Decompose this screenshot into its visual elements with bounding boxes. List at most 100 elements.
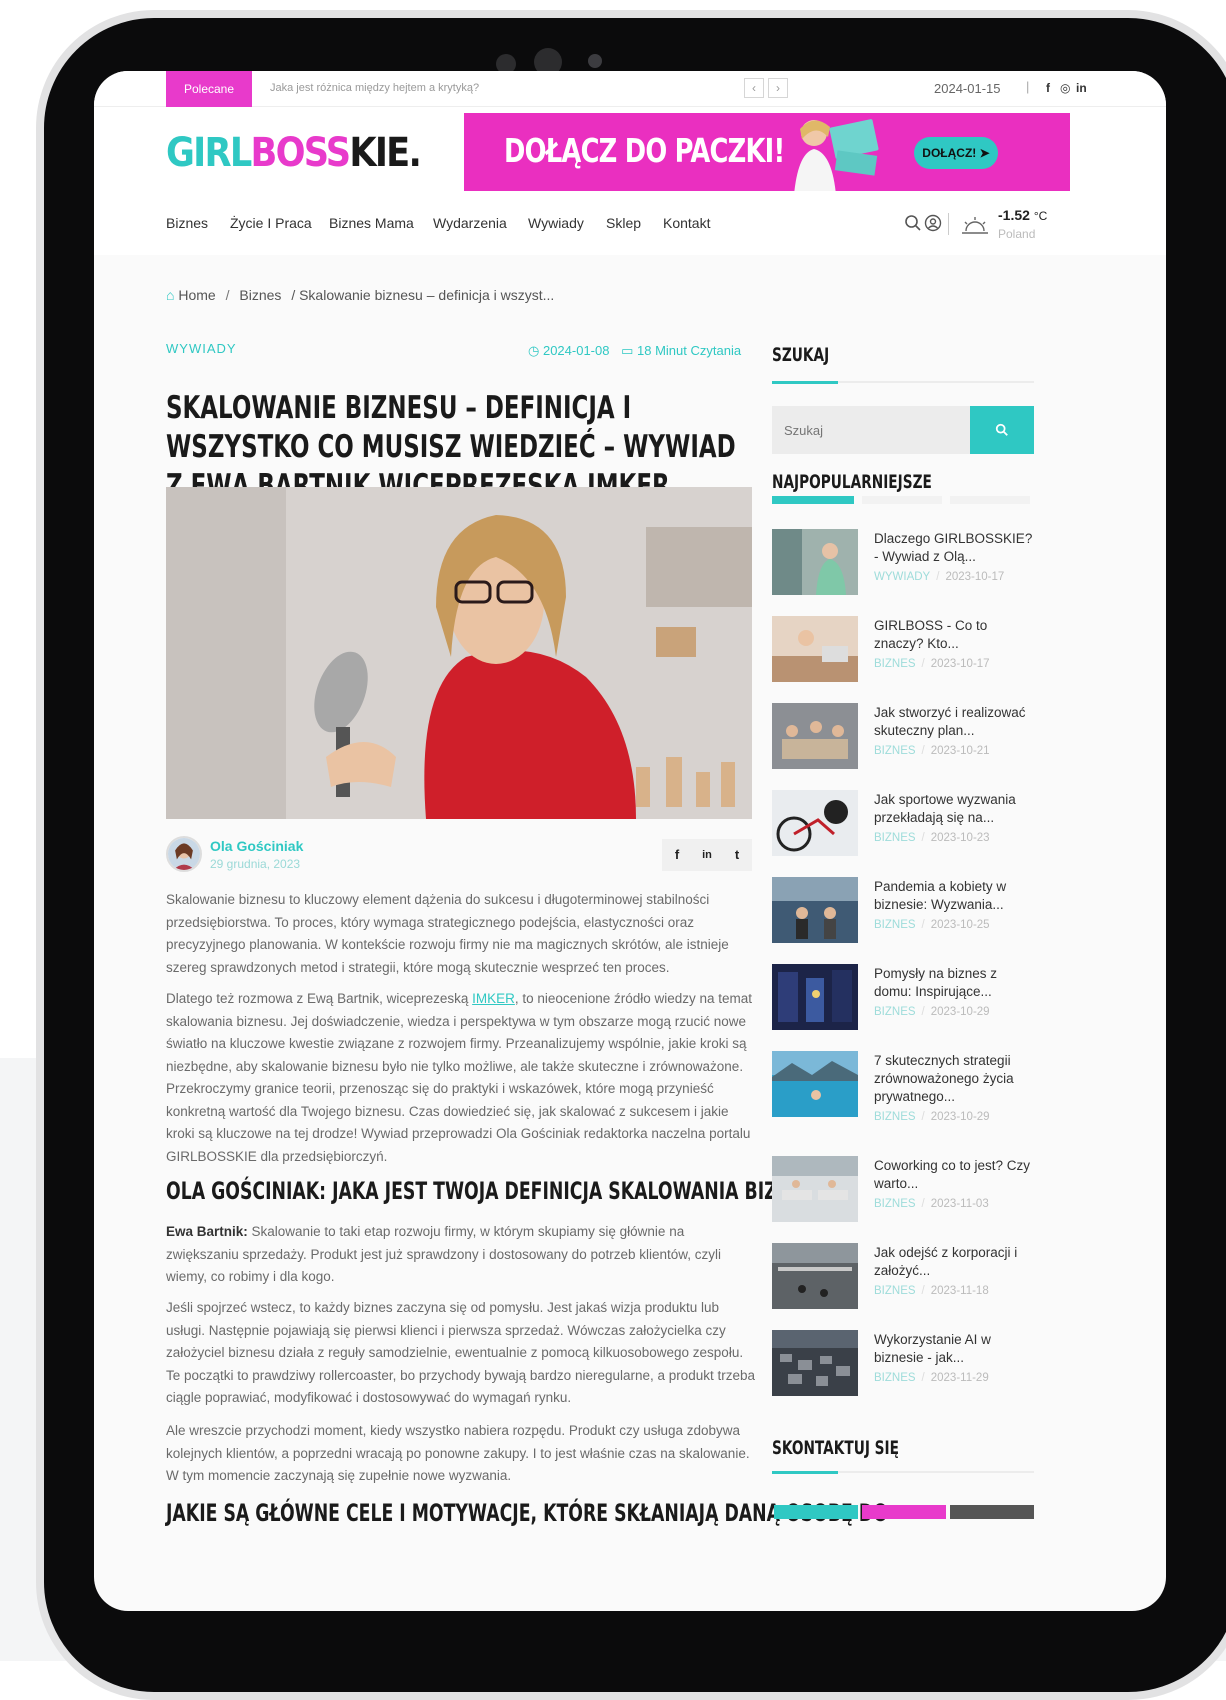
- popular-thumbnail: [772, 1243, 858, 1309]
- browser-screen: Polecane Jaka jest różnica między hejtem…: [94, 71, 1166, 1611]
- share-facebook-button[interactable]: f: [662, 839, 692, 871]
- promo-banner[interactable]: DOŁĄCZ DO PACZKI! DOŁĄCZ! ➤: [464, 113, 1070, 191]
- ticker-headline[interactable]: Jaka jest różnica między hejtem a krytyk…: [270, 82, 479, 94]
- paragraph-3-text: Skalowanie to taki etap rozwoju firmy, w…: [166, 1224, 722, 1284]
- logo-part-boss: BOSS: [250, 130, 351, 176]
- popular-item-meta: BIZNES/2023-10-17: [874, 658, 990, 670]
- article-paragraph-4: Jeśli spojrzeć wstecz, to każdy biznes z…: [166, 1300, 756, 1405]
- sensor-dot: [588, 54, 602, 68]
- share-twitter-button[interactable]: t: [722, 839, 752, 871]
- clock-icon: ◷: [528, 343, 540, 358]
- popular-item[interactable]: Coworking co to jest? Czy warto... BIZNE…: [772, 1156, 1034, 1226]
- popular-tab-3[interactable]: [950, 496, 1030, 504]
- book-icon: ▭: [621, 343, 634, 358]
- popular-item[interactable]: 7 skutecznych strategii zrównoważonego ż…: [772, 1051, 1034, 1147]
- weather-temp-value: -1.52: [998, 207, 1030, 223]
- share-buttons: f in t: [662, 839, 752, 871]
- nav-item-wywiady[interactable]: Wywiady: [528, 215, 584, 231]
- search-button[interactable]: [970, 406, 1034, 454]
- social-count-other[interactable]: [950, 1505, 1034, 1519]
- popular-item-title: Coworking co to jest? Czy warto...: [874, 1158, 1031, 1191]
- social-count-instagram[interactable]: [862, 1505, 946, 1519]
- paragraph-2-rest: , to nieocenione źródło wiedzy na temat …: [166, 991, 753, 1164]
- popular-tab-1[interactable]: [772, 496, 854, 504]
- article-paragraph-3: Ewa Bartnik: Skalowanie to taki etap roz…: [166, 1221, 756, 1289]
- home-icon: ⌂: [166, 287, 175, 303]
- site-logo[interactable]: GIRLBOSSKIE.: [166, 130, 422, 176]
- popular-widget-title: NAJPOPULARNIEJSZE: [772, 471, 932, 493]
- popular-item-meta: BIZNES/2023-10-21: [874, 745, 990, 757]
- popular-item[interactable]: Jak odejść z korporacji i założyć... BIZ…: [772, 1243, 1034, 1313]
- article-read-time: 18 Minut Czytania: [637, 343, 742, 358]
- linkedin-icon[interactable]: in: [1076, 81, 1087, 95]
- ticker-prev-button[interactable]: ‹: [744, 78, 764, 98]
- nav-item-biznes-mama[interactable]: Biznes Mama: [329, 215, 414, 231]
- logo-part-girl: GIRL: [166, 130, 252, 176]
- popular-thumbnail: [772, 1051, 858, 1117]
- popular-item[interactable]: Dlaczego GIRLBOSSKIE? - Wywiad z Olą... …: [772, 529, 1034, 599]
- search-widget-divider: [772, 381, 1034, 384]
- search-icon[interactable]: [904, 214, 922, 232]
- imker-link[interactable]: IMKER: [472, 991, 515, 1006]
- popular-thumbnail: [772, 964, 858, 1030]
- nav-item-wydarzenia[interactable]: Wydarzenia: [433, 215, 507, 231]
- nav-divider: [948, 213, 949, 235]
- article-date: 2024-01-08: [542, 343, 610, 358]
- nav-item-sklep[interactable]: Sklep: [606, 215, 641, 231]
- popular-item[interactable]: Jak sportowe wyzwania przekładają się na…: [772, 790, 1034, 860]
- social-count-facebook[interactable]: [774, 1505, 858, 1519]
- article-heading-1: OLA GOŚCINIAK: JAKA JEST TWOJA DEFINICJA…: [166, 1177, 840, 1205]
- popular-item-meta: BIZNES/2023-11-18: [874, 1285, 989, 1297]
- facebook-icon[interactable]: f: [1046, 81, 1050, 95]
- breadcrumb-category[interactable]: Biznes: [239, 287, 281, 303]
- popular-thumbnail: [772, 529, 858, 595]
- popular-tab-2[interactable]: [862, 496, 942, 504]
- nav-item-kontakt[interactable]: Kontakt: [663, 215, 710, 231]
- author-name[interactable]: Ola Gościniak: [210, 838, 303, 854]
- popular-item-title: Pandemia a kobiety w biznesie: Wyzwania.…: [874, 879, 1007, 912]
- search-input[interactable]: [772, 406, 970, 454]
- popular-item-title: Dlaczego GIRLBOSSKIE? - Wywiad z Olą...: [874, 531, 1033, 564]
- popular-item[interactable]: Wykorzystanie AI w biznesie - jak... BIZ…: [772, 1330, 1034, 1400]
- breadcrumb: ⌂ Home / Biznes / Skalowanie biznesu – d…: [166, 287, 554, 303]
- banner-cta-button[interactable]: DOŁĄCZ! ➤: [914, 137, 998, 169]
- article-category[interactable]: WYWIADY: [166, 341, 237, 356]
- instagram-icon[interactable]: ◎: [1060, 81, 1070, 95]
- author-date: 29 grudnia, 2023: [210, 857, 301, 871]
- popular-item-title: Jak stworzyć i realizować skuteczny plan…: [874, 705, 1026, 738]
- popular-item[interactable]: Pomysły na biznes z domu: Inspirujące...…: [772, 964, 1034, 1034]
- popular-item-title: Pomysły na biznes z domu: Inspirujące...: [874, 966, 998, 999]
- popular-item-title: GIRLBOSS - Co to znaczy? Kto...: [874, 618, 988, 651]
- popular-item[interactable]: GIRLBOSS - Co to znaczy? Kto... BIZNES/2…: [772, 616, 1034, 686]
- popular-thumbnail: [772, 703, 858, 769]
- weather-temp-unit: °C: [1033, 209, 1048, 223]
- popular-item[interactable]: Pandemia a kobiety w biznesie: Wyzwania.…: [772, 877, 1034, 947]
- weather-sun-icon: [962, 217, 988, 234]
- top-date: 2024-01-15: [934, 81, 1001, 96]
- share-linkedin-button[interactable]: in: [692, 839, 722, 871]
- featured-label[interactable]: Polecane: [166, 71, 252, 107]
- nav-item-zycie-i-praca[interactable]: Życie I Praca: [230, 215, 312, 231]
- top-bar: Polecane Jaka jest różnica między hejtem…: [94, 71, 1166, 107]
- popular-item-meta: BIZNES/2023-10-29: [874, 1111, 990, 1123]
- breadcrumb-home[interactable]: Home: [178, 287, 215, 303]
- popular-item-meta: BIZNES/2023-10-23: [874, 832, 990, 844]
- popular-item[interactable]: Jak stworzyć i realizować skuteczny plan…: [772, 703, 1034, 773]
- author-avatar[interactable]: [166, 836, 202, 872]
- article-meta: ◷ 2024-01-08 ▭ 18 Minut Czytania: [528, 343, 741, 359]
- breadcrumb-current: / Skalowanie biznesu – definicja i wszys…: [291, 287, 555, 303]
- article-paragraph-1: Skalowanie biznesu to kluczowy element d…: [166, 892, 729, 975]
- user-icon[interactable]: [924, 214, 942, 232]
- article-paragraph-5: Ale wreszcie przychodzi moment, kiedy ws…: [166, 1423, 750, 1483]
- popular-item-meta: BIZNES/2023-10-29: [874, 1006, 990, 1018]
- breadcrumb-separator: /: [225, 287, 230, 303]
- contact-widget-title: SKONTAKTUJ SIĘ: [772, 1437, 899, 1459]
- weather-location: Poland: [998, 227, 1036, 241]
- ticker-next-button[interactable]: ›: [768, 78, 788, 98]
- nav-item-biznes[interactable]: Biznes: [166, 215, 208, 231]
- popular-thumbnail: [772, 616, 858, 682]
- contact-widget-divider: [772, 1471, 1034, 1474]
- popular-thumbnail: [772, 790, 858, 856]
- top-separator: |: [1026, 79, 1030, 94]
- popular-item-meta: WYWIADY/2023-10-17: [874, 571, 1005, 583]
